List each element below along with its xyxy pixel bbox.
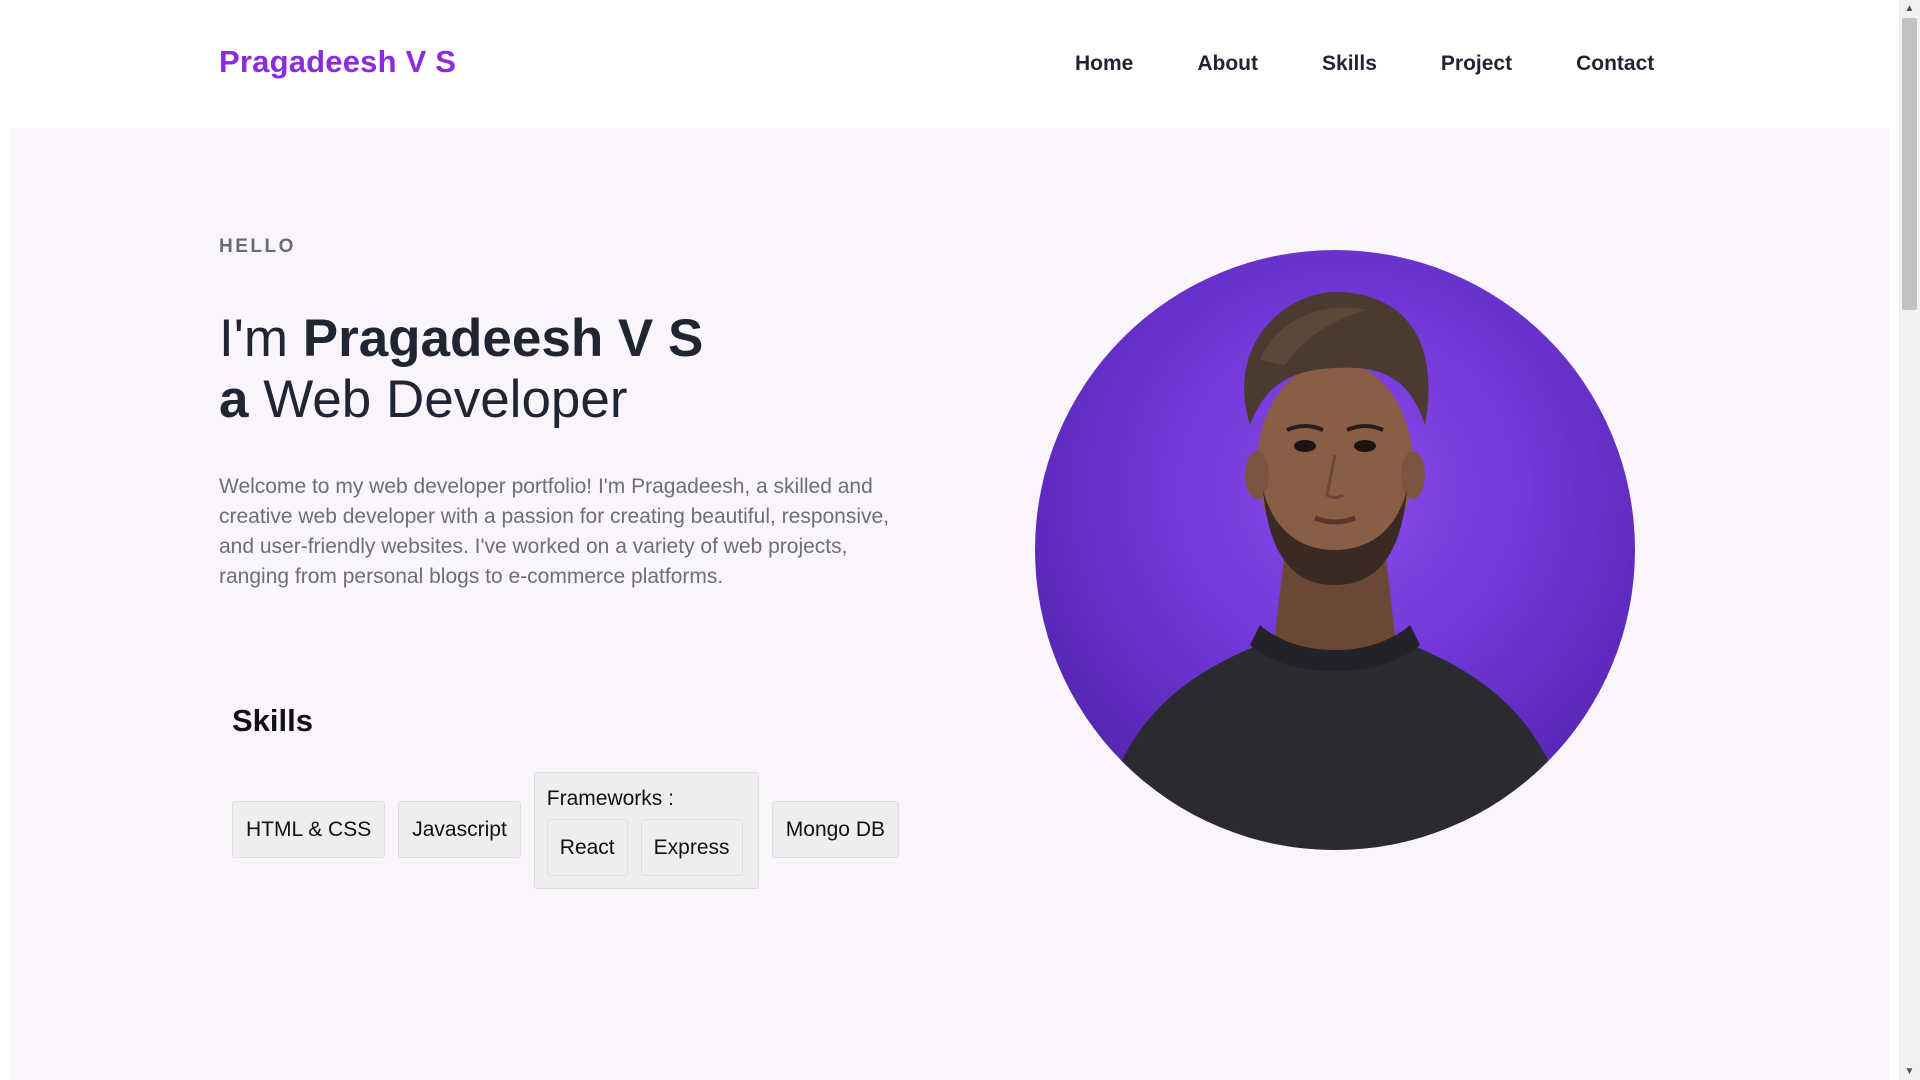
frameworks-label: Frameworks :	[546, 787, 674, 810]
skill-group-frameworks: Frameworks : React Express	[533, 772, 759, 889]
nav-link-contact[interactable]: Contact	[1576, 52, 1654, 76]
profile-photo-illustration	[1095, 291, 1575, 850]
skills-list: HTML & CSS Javascript Frameworks : React…	[232, 772, 899, 889]
site-logo[interactable]: Pragadeesh V S	[219, 44, 456, 80]
skill-chip-javascript: Javascript	[398, 801, 521, 858]
headline-article: a	[219, 370, 249, 429]
skill-chip-react: React	[546, 819, 628, 876]
main-nav: Home About Skills Project Contact	[1075, 52, 1654, 76]
frameworks-list: React Express	[546, 819, 746, 876]
skill-chip-mongodb: Mongo DB	[771, 801, 899, 858]
headline-name: Pragadeesh V S	[302, 309, 704, 368]
nav-link-about[interactable]: About	[1197, 52, 1258, 76]
headline-role: Web Developer	[248, 370, 628, 429]
skills-title: Skills	[232, 703, 313, 738]
portfolio-page: Pragadeesh V S Home About Skills Project…	[0, 0, 1920, 1080]
hero-intro-text: Welcome to my web developer portfolio! I…	[219, 475, 890, 588]
scroll-down-icon[interactable]: ▼	[1899, 1063, 1920, 1080]
hero-headline: I'm Pragadeesh V S a Web Developer	[219, 308, 703, 430]
nav-link-home[interactable]: Home	[1075, 52, 1133, 76]
page-scrollbar[interactable]: ▲ ▼	[1899, 0, 1920, 1080]
headline-prefix: I'm	[219, 309, 303, 368]
nav-link-project[interactable]: Project	[1441, 52, 1512, 76]
skill-chip-express: Express	[640, 819, 743, 876]
scroll-up-icon[interactable]: ▲	[1899, 0, 1920, 17]
profile-photo	[1035, 250, 1635, 850]
scroll-thumb[interactable]	[1902, 18, 1917, 310]
hero-greeting: HELLO	[219, 236, 296, 257]
nav-link-skills[interactable]: Skills	[1322, 52, 1377, 76]
hero-section: HELLO I'm Pragadeesh V S a Web Developer…	[10, 128, 1889, 1080]
site-header: Pragadeesh V S Home About Skills Project…	[0, 0, 1899, 128]
skill-chip-html-css: HTML & CSS	[232, 801, 386, 858]
